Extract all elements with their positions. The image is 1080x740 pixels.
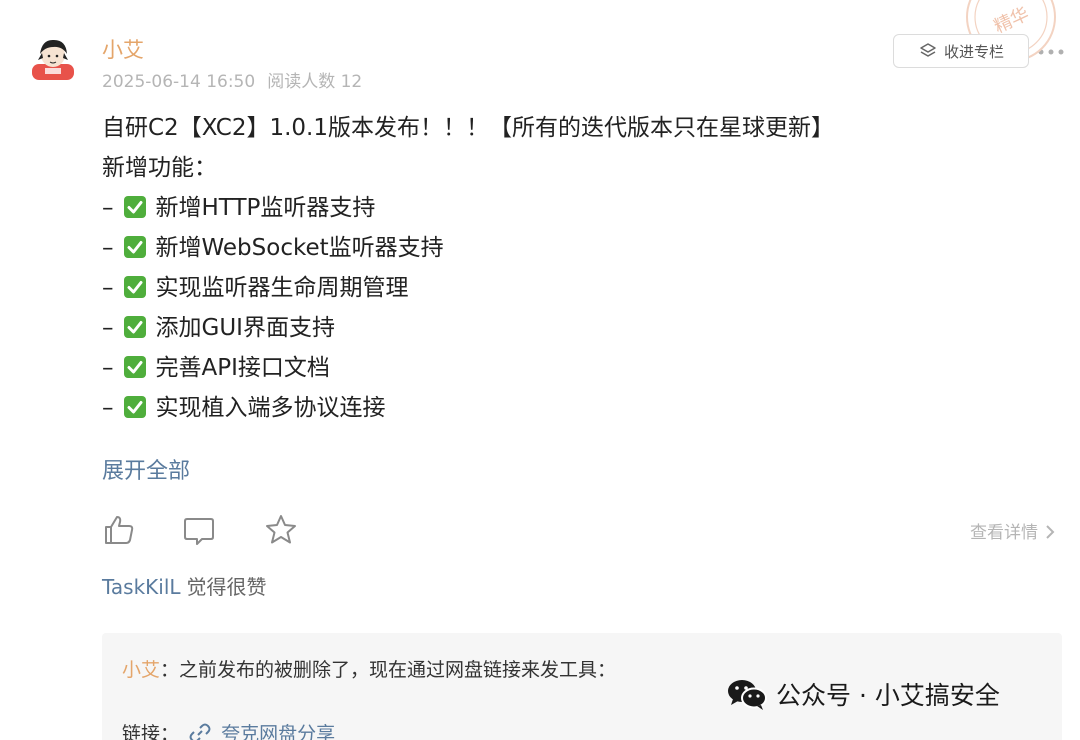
svg-text:精华: 精华 [991,3,1032,36]
check-mark-icon [123,396,146,418]
wechat-watermark: 公众号 · 小艾搞安全 [726,676,1000,712]
feature-item: – 新增HTTP监听器支持 [102,188,1002,228]
bullet-dash: – [102,235,114,261]
section-heading: 新增功能： [102,155,217,181]
bullet-dash: – [102,315,114,341]
comment-icon[interactable] [182,513,216,547]
liked-text: 觉得很赞 [186,575,267,599]
expand-all-link[interactable]: 展开全部 [102,453,190,485]
check-mark-icon [123,276,146,298]
avatar[interactable] [28,34,78,82]
liker-name[interactable]: TaskKilL [102,575,181,599]
view-detail-label: 查看详情 [970,523,1038,543]
comment-separator: ： [160,659,180,681]
bullet-dash: – [102,195,114,221]
feature-text: 新增HTTP监听器支持 [155,195,376,221]
check-mark-icon [123,356,146,378]
bullet-dash: – [102,355,114,381]
bullet-dash: – [102,275,114,301]
wechat-icon [728,680,767,710]
collect-label: 收进专栏 [943,42,1004,61]
feature-text: 添加GUI界面支持 [155,315,335,341]
feature-text: 完善API接口文档 [155,355,330,381]
feature-item: – 完善API接口文档 [102,348,1002,388]
comment-item: 小艾：之前发布的被删除了，现在通过网盘链接来发工具： [122,655,616,682]
post-title: 自研C2【XC2】1.0.1版本发布！！！【所有的迭代版本只在星球更新】 [102,115,834,141]
feature-item: – 添加GUI界面支持 [102,308,1002,348]
collect-icon [920,43,936,57]
likes-summary: TaskKilL 觉得很赞 [102,571,267,600]
post-content: 自研C2【XC2】1.0.1版本发布！！！【所有的迭代版本只在星球更新】 新增功… [102,108,1002,428]
author-name[interactable]: 小艾 [102,34,144,64]
feature-text: 实现植入端多协议连接 [155,395,386,421]
collect-to-column-button[interactable]: 收进专栏 [893,34,1029,68]
post-meta: 2025-06-14 16:50 阅读人数 12 [102,67,362,92]
check-mark-icon [123,316,146,338]
feature-item: – 新增WebSocket监听器支持 [102,228,1002,268]
post-date: 2025-06-14 16:50 [102,72,256,92]
feature-list: – 新增HTTP监听器支持 – 新增WebSocket监听器支持 – 实现监听器生命周期管… [102,188,1002,428]
check-mark-icon [123,196,146,218]
feature-text: 新增WebSocket监听器支持 [155,235,444,261]
watermark-text: 公众号 · 小艾搞安全 [776,681,1000,710]
comment-text: 之前发布的被删除了，现在通过网盘链接来发工具： [179,659,617,681]
quark-share-link[interactable]: 夸克网盘分享 [221,723,335,740]
post-page: 精华 小艾 2025-06-14 16:50 阅读人数 12 收进专栏 自研C2【… [0,0,1080,740]
bullet-dash: – [102,395,114,421]
feature-text: 实现监听器生命周期管理 [155,275,409,301]
link-prefix: 链接： [122,723,180,740]
feature-item: – 实现监听器生命周期管理 [102,268,1002,308]
comment-author[interactable]: 小艾 [122,659,160,681]
view-detail-link[interactable]: 查看详情 [970,518,1055,543]
feature-item: – 实现植入端多协议连接 [102,388,1002,428]
star-icon[interactable] [264,513,298,547]
read-count: 阅读人数 12 [267,72,363,92]
link-icon [189,723,211,740]
comment-link-line: 链接： 夸克网盘分享 [122,719,335,740]
chevron-right-icon [1046,525,1055,539]
like-icon[interactable] [102,513,136,547]
check-mark-icon [123,236,146,258]
